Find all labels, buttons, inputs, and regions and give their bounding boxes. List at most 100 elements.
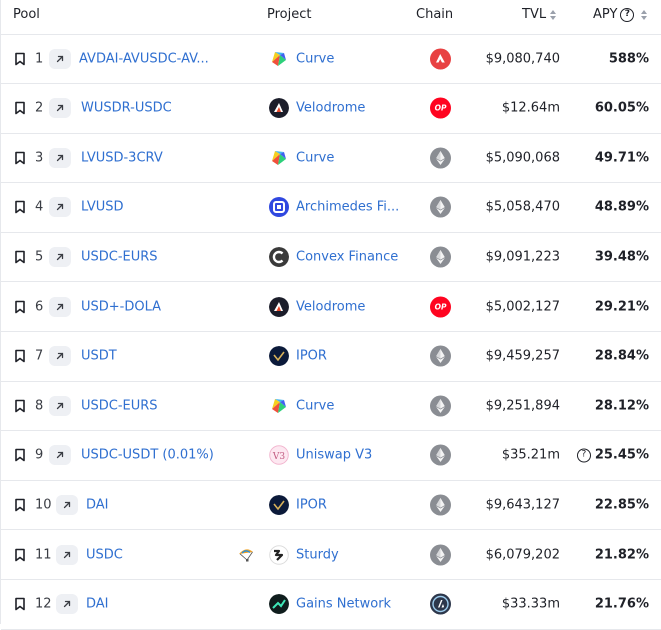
- table-row[interactable]: 11 USDC Sturdy $6,079,202 21.82%: [1, 530, 661, 580]
- table-row[interactable]: 1 AVDAI-AVUSDC-AV... Curve $9,080,740 588%: [1, 34, 661, 84]
- project-name-link[interactable]: Convex Finance: [296, 249, 398, 264]
- table-row[interactable]: 7 USDT IPOR $9,459,257 28.84%: [1, 332, 661, 382]
- sturdy-logo-icon: [269, 544, 289, 565]
- apy-value: 29.21%: [594, 299, 649, 314]
- tvl-value: $5,002,127: [485, 299, 560, 314]
- ipor-logo-icon: [269, 494, 289, 515]
- pool-rank: 11: [35, 547, 52, 562]
- help-circle-icon[interactable]: ?: [620, 7, 635, 22]
- table-row[interactable]: 2 WUSDR-USDC Velodrome OP $12.64m 60.05%: [1, 84, 661, 134]
- ethereum-icon: [430, 345, 451, 367]
- project-name-link[interactable]: Uniswap V3: [296, 448, 372, 463]
- bookmark-icon[interactable]: [14, 250, 26, 264]
- project-name-link[interactable]: Curve: [296, 398, 334, 413]
- tvl-value: $9,643,127: [485, 497, 560, 513]
- column-header-apy[interactable]: APY?: [593, 7, 648, 22]
- bookmark-icon[interactable]: [14, 349, 26, 363]
- apy-value: 48.89%: [594, 199, 649, 215]
- bookmark-icon[interactable]: [14, 498, 26, 512]
- column-header-chain[interactable]: Chain: [416, 7, 453, 22]
- apy-value: 39.48%: [594, 249, 649, 265]
- pool-name-link[interactable]: USDC: [86, 547, 123, 562]
- pool-name-link[interactable]: LVUSD-3CRV: [81, 150, 163, 165]
- external-link-icon[interactable]: [49, 147, 71, 168]
- pool-rank: 3: [35, 150, 44, 166]
- external-link-icon[interactable]: [49, 98, 71, 119]
- pool-name-link[interactable]: WUSDR-USDC: [81, 101, 172, 116]
- table-row[interactable]: 6 USD+-DOLA Velodrome OP $5,002,127 29.21%: [1, 282, 661, 332]
- pool-name-link[interactable]: USDC-EURS: [81, 398, 158, 413]
- tvl-value: $5,090,068: [485, 150, 560, 166]
- tvl-value: $35.21m: [501, 447, 560, 463]
- bookmark-icon[interactable]: [14, 548, 26, 562]
- column-header-project[interactable]: Project: [267, 7, 311, 22]
- apy-value: 588%: [608, 51, 649, 66]
- table-row[interactable]: 9 USDC-USDT (0.01%) V3 Uniswap V3 $35.21m? 25…: [1, 431, 661, 481]
- project-name-link[interactable]: IPOR: [296, 497, 327, 512]
- table-row[interactable]: 12 DAI Gains Network $33.33m 21.76%: [1, 580, 661, 630]
- apy-value: 60.05%: [594, 100, 649, 116]
- ethereum-icon: [430, 544, 451, 565]
- table-row[interactable]: 8 USDC-EURS Curve $9,251,894 28.12%: [1, 381, 661, 432]
- pool-name-link[interactable]: DAI: [86, 597, 109, 612]
- external-link-icon[interactable]: [49, 296, 71, 317]
- table-row[interactable]: 10 DAI IPOR $9,643,127 22.85%: [1, 480, 661, 531]
- table-row[interactable]: 5 USDC-EURS Convex Finance $9,091,223 39.48%: [1, 232, 661, 283]
- external-link-icon[interactable]: [49, 395, 71, 416]
- arbitrum-icon: [430, 593, 451, 615]
- ipor-logo-icon: [269, 346, 289, 367]
- external-link-icon[interactable]: [49, 246, 71, 267]
- bookmark-icon[interactable]: [14, 200, 26, 214]
- bookmark-icon[interactable]: [14, 101, 26, 115]
- table-row[interactable]: 4 LVUSD Archimedes Fi... $5,058,470 48.89%: [1, 183, 661, 233]
- optimism-icon: OP: [430, 97, 451, 119]
- project-name-link[interactable]: Sturdy: [296, 547, 339, 562]
- column-header-tvl[interactable]: TVL: [522, 7, 557, 22]
- external-link-icon[interactable]: [56, 494, 78, 515]
- pool-name-link[interactable]: USDT: [81, 349, 117, 364]
- pool-rank: 2: [35, 100, 44, 116]
- external-link-icon[interactable]: [49, 197, 71, 218]
- avalanche-icon: [430, 48, 451, 69]
- column-header-pool[interactable]: Pool: [13, 7, 40, 22]
- project-name-link[interactable]: IPOR: [296, 349, 327, 364]
- ethereum-icon: [430, 196, 451, 218]
- archimedes-logo-icon: [269, 197, 289, 218]
- tvl-header-label: TVL: [522, 7, 547, 22]
- help-circle-icon[interactable]: ?: [576, 448, 591, 463]
- external-link-icon[interactable]: [49, 445, 71, 466]
- pool-rank: 5: [35, 249, 44, 265]
- pool-name-link[interactable]: DAI: [86, 497, 109, 512]
- pool-rank: 4: [35, 199, 44, 215]
- pool-name-link[interactable]: LVUSD: [81, 200, 124, 215]
- apy-value: 49.71%: [594, 150, 649, 166]
- bookmark-icon[interactable]: [14, 399, 26, 413]
- velodrome-logo-icon: [269, 98, 289, 119]
- bookmark-icon[interactable]: [14, 448, 26, 462]
- project-name-link[interactable]: Curve: [296, 51, 334, 66]
- pool-rank: 8: [35, 398, 44, 414]
- tvl-value: $6,079,202: [485, 547, 560, 562]
- pool-name-link[interactable]: USD+-DOLA: [81, 299, 161, 314]
- project-name-link[interactable]: Archimedes Fi...: [296, 200, 399, 215]
- external-link-icon[interactable]: [49, 346, 71, 367]
- parachute-icon: [238, 547, 254, 563]
- project-name-link[interactable]: Gains Network: [296, 597, 391, 612]
- bookmark-icon[interactable]: [14, 300, 26, 314]
- external-link-icon[interactable]: [56, 594, 78, 615]
- bookmark-icon[interactable]: [14, 151, 26, 165]
- external-link-icon[interactable]: [49, 48, 71, 69]
- pool-rank: 1: [35, 51, 44, 66]
- pool-rank: 6: [35, 299, 44, 314]
- project-name-link[interactable]: Velodrome: [296, 101, 365, 116]
- tvl-value: $12.64m: [501, 100, 560, 116]
- pool-name-link[interactable]: USDC-EURS: [81, 249, 158, 264]
- project-name-link[interactable]: Velodrome: [296, 299, 365, 314]
- pool-name-link[interactable]: USDC-USDT (0.01%): [81, 448, 214, 463]
- bookmark-icon[interactable]: [14, 52, 26, 66]
- project-name-link[interactable]: Curve: [296, 150, 334, 165]
- external-link-icon[interactable]: [56, 544, 78, 565]
- pool-name-link[interactable]: AVDAI-AVUSDC-AV...: [79, 51, 209, 66]
- bookmark-icon[interactable]: [14, 597, 26, 611]
- table-row[interactable]: 3 LVUSD-3CRV Curve $5,090,068 49.71%: [1, 133, 661, 184]
